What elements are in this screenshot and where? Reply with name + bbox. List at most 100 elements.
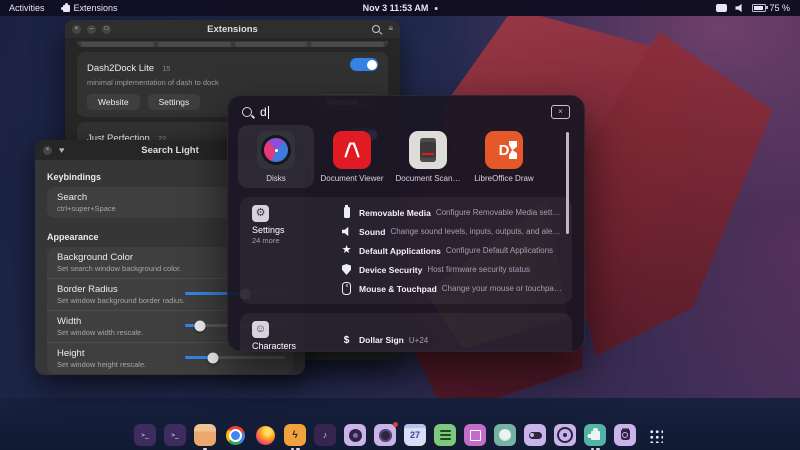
notification-dot-icon [434, 7, 437, 10]
extension-description: minimal implementation of dash to dock [87, 78, 219, 87]
activities-button[interactable]: Activities [0, 0, 54, 16]
app-label: Document Viewer [321, 174, 384, 183]
dock-item-calendar-app[interactable]: 27 [404, 424, 426, 446]
search-bar[interactable]: d × [228, 96, 584, 123]
dock-item-energy-app[interactable] [284, 424, 306, 446]
app-grid-icon [644, 424, 666, 446]
result-removable-media[interactable]: Removable Media Configure Removable Medi… [340, 203, 562, 222]
search-query: d [260, 105, 267, 119]
result-title: Dollar Sign [359, 335, 404, 345]
website-button[interactable]: Website [87, 94, 140, 110]
settings-group-header[interactable]: ⚙ Settings 24 more [240, 203, 340, 298]
settings-results-card: ⚙ Settings 24 more Removable Media Confi… [240, 197, 572, 304]
app-result-libreoffice-draw[interactable]: D LibreOffice Draw [466, 125, 542, 188]
libreoffice-draw-app-icon: D [485, 131, 523, 169]
dock-item-firefox[interactable] [254, 424, 276, 446]
dock-item-music-app[interactable] [314, 424, 336, 446]
dock: 27 [134, 424, 666, 446]
calendar-app-icon: 27 [404, 424, 426, 446]
result-title: Sound [359, 227, 385, 237]
result-desc: Change your mouse or touchpad sensitivit… [442, 284, 562, 293]
screenshot-tool-icon [464, 424, 486, 446]
scrollbar[interactable] [566, 132, 569, 234]
characters-group-header[interactable]: ☺ Characters 95 more [240, 319, 340, 352]
app-results-row: Disks Document Viewer Document Scan… D L… [228, 123, 584, 188]
app-result-document-viewer[interactable]: Document Viewer [314, 125, 390, 188]
result-sound[interactable]: Sound Change sound levels, inputs, outpu… [340, 222, 562, 241]
terminal-1-icon [134, 424, 156, 446]
result-desc: Configure Removable Media settings [436, 208, 562, 217]
result-desc: U+24 [409, 336, 428, 345]
search-input[interactable]: d [260, 105, 269, 119]
search-overlay: d × Disks Document Viewer Document Scan…… [227, 95, 585, 352]
dock-item-tour-app[interactable] [554, 424, 576, 446]
input-source-icon [716, 4, 727, 12]
dock-item-trash[interactable] [614, 424, 636, 446]
height-slider[interactable] [185, 356, 285, 359]
app-result-document-scanner[interactable]: Document Scan… [390, 125, 466, 188]
result-dollar-sign[interactable]: $ Dollar Sign U+24 [340, 331, 562, 350]
tour-app-icon [554, 424, 576, 446]
terminal-2-icon [164, 424, 186, 446]
dock-item-camera-app[interactable] [344, 424, 366, 446]
extensions-indicator-label: Extensions [74, 3, 118, 13]
clock-menu[interactable]: Nov 3 11:53 AM [363, 3, 438, 13]
dock-item-screenshot-tool[interactable] [464, 424, 486, 446]
mascot-app-icon [494, 424, 516, 446]
dock-item-clocks-app[interactable] [374, 424, 396, 446]
extension-version: 15 [163, 66, 171, 73]
slider-thumb[interactable] [208, 352, 219, 363]
music-app-icon [314, 424, 336, 446]
characters-app-icon: ☺ [252, 321, 269, 338]
tweaks-app-icon [524, 424, 546, 446]
result-title: Removable Media [359, 208, 431, 218]
dock-item-chrome[interactable] [224, 424, 246, 446]
dock-item-spotify[interactable] [434, 424, 456, 446]
result-title: Default Applications [359, 246, 441, 256]
result-mouse-touchpad[interactable]: Mouse & Touchpad Change your mouse or to… [340, 279, 562, 298]
window-title: Search Light [141, 145, 199, 156]
result-device-security[interactable]: Device Security Host firmware security s… [340, 260, 562, 279]
firefox-icon [254, 424, 276, 446]
settings-button[interactable]: Settings [148, 94, 201, 110]
dock-item-mascot-app[interactable] [494, 424, 516, 446]
battery-indicator: 75 % [752, 3, 790, 13]
app-label: LibreOffice Draw [474, 174, 533, 183]
dock-item-app-grid[interactable] [644, 424, 666, 446]
dock-item-tweaks-app[interactable] [524, 424, 546, 446]
minimize-icon[interactable]: – [87, 25, 96, 34]
settings-app-icon: ⚙ [252, 205, 269, 222]
backspace-icon[interactable]: × [551, 105, 570, 119]
dock-item-extensions-app[interactable] [584, 424, 606, 446]
dock-item-terminal-1[interactable] [134, 424, 156, 446]
puzzle-icon [63, 5, 70, 12]
energy-app-icon [284, 424, 306, 446]
document-viewer-app-icon [333, 131, 371, 169]
disks-app-icon [257, 131, 295, 169]
row-subtitle: Set window height rescale. [57, 360, 283, 369]
window-title: Extensions [207, 24, 258, 35]
search-icon[interactable] [372, 25, 380, 33]
result-title: Device Security [359, 265, 422, 275]
result-default-applications[interactable]: ★ Default Applications Configure Default… [340, 241, 562, 260]
app-label: Document Scan… [396, 174, 461, 183]
menu-icon[interactable]: ≡ [388, 25, 393, 33]
top-bar: Activities Extensions Nov 3 11:53 AM 75 … [0, 0, 800, 16]
app-result-disks[interactable]: Disks [238, 125, 314, 188]
system-status-area[interactable]: 75 % [716, 3, 800, 13]
slider-thumb[interactable] [195, 320, 206, 331]
extensions-headerbar[interactable]: × – □ Extensions ≡ [65, 20, 400, 38]
app-label: Disks [266, 174, 286, 183]
extension-toggle[interactable] [350, 58, 378, 71]
document-scanner-app-icon [409, 131, 447, 169]
heart-icon[interactable]: ♥ [59, 146, 64, 155]
extensions-indicator[interactable]: Extensions [54, 0, 127, 16]
dock-item-files[interactable] [194, 424, 216, 446]
dock-item-terminal-2[interactable] [164, 424, 186, 446]
search-icon [242, 107, 252, 117]
dollar-icon: $ [340, 335, 353, 346]
maximize-icon[interactable]: □ [102, 25, 111, 34]
clocks-app-icon [374, 424, 396, 446]
close-icon[interactable]: × [43, 146, 52, 155]
close-icon[interactable]: × [72, 25, 81, 34]
